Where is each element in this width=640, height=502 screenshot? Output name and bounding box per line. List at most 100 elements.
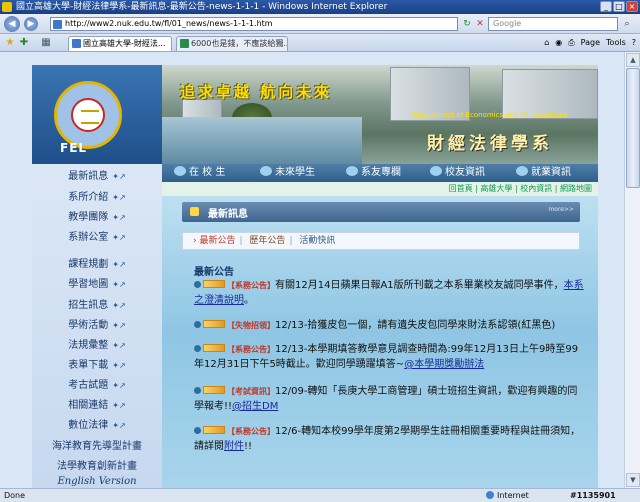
page-menu[interactable]: Page: [581, 36, 600, 50]
sparkle-icon: ✦↗: [112, 280, 126, 289]
search-placeholder: Google: [493, 19, 522, 28]
news-text: 有關12月14日蘋果日報A1版所刊載之本系畢業校友誠同學事件，: [275, 280, 564, 291]
sidebar-item-news[interactable]: 最新訊息 ✦↗: [32, 170, 162, 184]
nav-career-info[interactable]: 就業資訊: [516, 166, 571, 180]
nav-future-students[interactable]: 未來學生: [260, 166, 315, 180]
address-url: http://www2.nuk.edu.tw/fl/01_news/news-1…: [65, 19, 273, 28]
tab-list-icon[interactable]: ▦: [40, 37, 52, 49]
sidebar-item-innovation-project[interactable]: 法學教育創新計畫: [32, 460, 162, 474]
breadcrumb-archive[interactable]: 歷年公告: [249, 236, 285, 246]
department-name-en: Department of Economics and Financial La…: [412, 111, 568, 119]
news-item: 【系務公告】12/13-本學期填答教學意見調查時間為:99年12月13日上午9時…: [194, 342, 584, 372]
security-zone: Internet: [486, 489, 529, 502]
logo-seal-icon: [54, 81, 122, 149]
sidebar-item-admissions[interactable]: 招生訊息 ✦↗: [32, 299, 162, 313]
sidebar-item-label: 課程規劃: [68, 259, 109, 270]
english-version-link[interactable]: English Version: [32, 476, 162, 487]
forward-button[interactable]: ▶: [24, 17, 38, 31]
nav-alumni-column[interactable]: 系友專欄: [346, 166, 401, 180]
sidebar-item-past-exams[interactable]: 考古試題 ✦↗: [32, 379, 162, 393]
new-badge-icon: [203, 320, 225, 328]
tab-favicon-icon: [72, 39, 81, 48]
nav-current-students[interactable]: 在 校 生: [174, 166, 225, 180]
sidebar-item-links[interactable]: 相關連結 ✦↗: [32, 399, 162, 413]
new-badge-icon: [203, 344, 225, 352]
status-bar: Done Internet #1135901: [0, 488, 640, 502]
tab-inactive[interactable]: 6000也是錢，不應該給獨...: [176, 36, 288, 51]
stop-icon[interactable]: ✕: [473, 17, 487, 31]
sidebar-item-label: 系辦公室: [68, 232, 109, 243]
nav-bullet-icon: [260, 166, 272, 176]
sparkle-icon: ✦↗: [112, 233, 126, 242]
search-input[interactable]: Google: [488, 17, 618, 31]
sidebar-item-ocean-project[interactable]: 海洋教育先導型計畫: [32, 440, 162, 454]
vertical-scrollbar[interactable]: ▲ ▼: [624, 52, 640, 488]
sidebar-item-office[interactable]: 系辦公室 ✦↗: [32, 231, 162, 245]
news-link[interactable]: @本學期獎勵辦法: [404, 359, 484, 370]
address-input[interactable]: http://www2.nuk.edu.tw/fl/01_news/news-1…: [50, 17, 458, 31]
department-logo[interactable]: FEL: [32, 65, 162, 164]
help-icon[interactable]: ?: [632, 36, 636, 50]
sparkle-icon: ✦↗: [112, 301, 126, 310]
sidebar-item-curriculum[interactable]: 課程規劃 ✦↗: [32, 258, 162, 272]
sidebar-item-intro[interactable]: 系所介紹 ✦↗: [32, 191, 162, 205]
sidebar-item-forms[interactable]: 表單下載 ✦↗: [32, 359, 162, 373]
tab-active[interactable]: 國立高雄大學-財經法...: [68, 36, 172, 51]
sidebar-item-faculty[interactable]: 教學團隊 ✦↗: [32, 211, 162, 225]
sparkle-icon: ✦↗: [112, 361, 126, 370]
minimize-button[interactable]: _: [600, 1, 612, 12]
sidebar-item-learning-map[interactable]: 學習地圖 ✦↗: [32, 278, 162, 292]
sidebar-item-label: 學術活動: [68, 320, 109, 331]
nav-alumni-info[interactable]: 校友資訊: [430, 166, 485, 180]
new-badge-icon: [203, 426, 225, 434]
tab-bar: ★ ✚ ▦ 國立高雄大學-財經法... 6000也是錢，不應該給獨... ⌂ ◉…: [0, 34, 640, 52]
breadcrumb-latest[interactable]: 最新公告: [199, 236, 235, 246]
sidebar-item-academic[interactable]: 學術活動 ✦↗: [32, 319, 162, 333]
home-icon[interactable]: ⌂: [544, 36, 549, 50]
scroll-up-icon[interactable]: ▲: [626, 53, 640, 67]
favorites-star-icon[interactable]: ★: [4, 37, 16, 49]
department-name-zh: 財經法律學系: [427, 134, 553, 154]
nav-label: 就業資訊: [531, 167, 571, 178]
news-tail: 。: [244, 295, 254, 306]
watermark-id: #1135901: [570, 491, 616, 500]
window-title-bar: 國立高雄大學-財經法律學系-最新訊息-最新公告-news-1-1-1 - Win…: [0, 0, 640, 14]
sidebar-item-label: 系所介紹: [68, 192, 109, 203]
breadcrumb-events[interactable]: 活動快訊: [299, 236, 335, 246]
search-icon[interactable]: ⌕: [620, 17, 634, 31]
add-favorites-icon[interactable]: ✚: [18, 37, 30, 49]
logo-inner-circle: [71, 98, 105, 132]
section-title: 最新訊息: [208, 209, 248, 220]
nav-bullet-icon: [346, 166, 358, 176]
tools-menu[interactable]: Tools: [606, 36, 626, 50]
news-tag: 【系務公告】: [227, 345, 275, 354]
utility-links[interactable]: 回首頁 | 高雄大學 | 校內資訊 | 網路地圖: [162, 182, 598, 196]
print-icon[interactable]: ⎙: [568, 36, 574, 50]
close-button[interactable]: ×: [626, 1, 638, 12]
refresh-icon[interactable]: ↻: [460, 17, 474, 31]
breadcrumb-separator: |: [289, 236, 293, 246]
more-link[interactable]: more>>: [548, 206, 574, 213]
news-item: 【系務公告】12/6-轉知本校99學年度第2學期學生註冊相關重要時程與註冊須知，…: [194, 424, 584, 454]
page-favicon-icon: [53, 20, 62, 29]
maximize-button[interactable]: □: [613, 1, 625, 12]
sidebar-item-regulations[interactable]: 法規彙整 ✦↗: [32, 339, 162, 353]
sparkle-icon: ✦↗: [112, 172, 126, 181]
news-link[interactable]: @招生DM: [232, 401, 278, 412]
feeds-icon[interactable]: ◉: [555, 36, 562, 50]
scroll-down-icon[interactable]: ▼: [626, 473, 640, 487]
globe-icon: [486, 491, 494, 499]
news-item: 【系務公告】有關12月14日蘋果日報A1版所刊載之本系畢業校友誠同學事件，本系之…: [194, 278, 584, 308]
back-button[interactable]: ◀: [4, 16, 20, 32]
breadcrumb: › 最新公告 | 歷年公告 | 活動快訊: [182, 232, 580, 250]
browser-viewport: FEL 追求卓越 航向未來 Department of Economics an…: [0, 52, 624, 488]
sidebar-item-digital-law[interactable]: 數位法律 ✦↗: [32, 419, 162, 433]
news-link[interactable]: 附件: [224, 441, 244, 452]
scrollbar-thumb[interactable]: [626, 68, 640, 188]
news-tag: 【系務公告】: [227, 427, 275, 436]
sidebar-item-label: 法學教育創新計畫: [57, 461, 137, 472]
news-tag: 【考試資訊】: [227, 387, 275, 396]
section-header: 最新訊息 more>>: [182, 202, 580, 222]
tab-favicon-icon: [180, 39, 189, 48]
bullet-icon: [194, 427, 201, 434]
